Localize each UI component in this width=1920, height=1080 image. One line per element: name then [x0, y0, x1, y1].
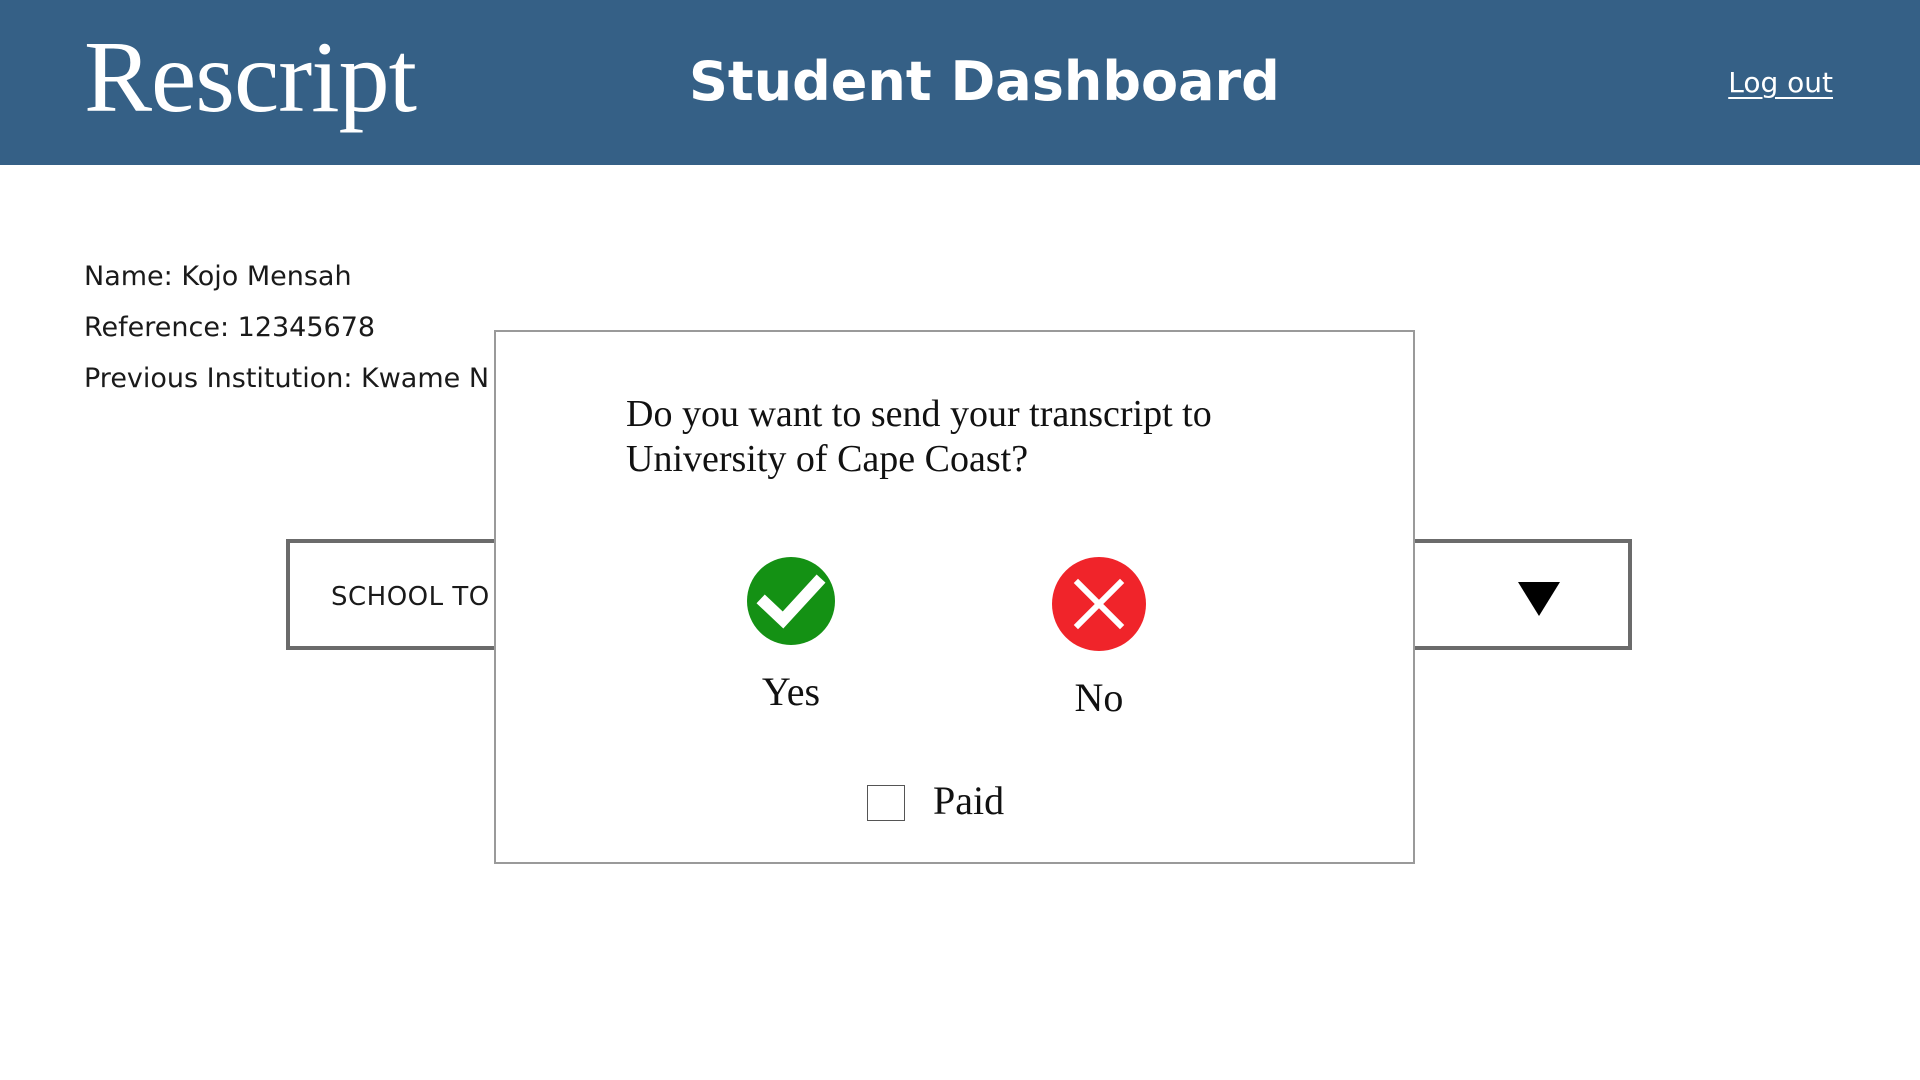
- paid-checkbox[interactable]: [867, 785, 905, 821]
- student-reference: Reference: 12345678: [84, 312, 376, 343]
- student-name: Name: Kojo Mensah: [84, 261, 352, 292]
- app-logo[interactable]: Rescript: [84, 21, 417, 134]
- confirm-send-dialog: Do you want to send your transcript to U…: [494, 330, 1415, 864]
- no-button[interactable]: No: [1034, 556, 1164, 721]
- student-info: Name: Kojo Mensah Reference: 12345678 Pr…: [84, 256, 489, 409]
- page-title: Student Dashboard: [689, 50, 1280, 113]
- no-label: No: [1074, 675, 1124, 720]
- x-circle-icon[interactable]: [1051, 556, 1147, 652]
- checkmark-circle-icon[interactable]: [746, 556, 836, 646]
- previous-institution: Previous Institution: Kwame N: [84, 363, 490, 394]
- yes-label: Yes: [761, 669, 821, 714]
- top-bar: Rescript Student Dashboard Log out: [0, 0, 1920, 165]
- yes-button[interactable]: Yes: [726, 556, 856, 715]
- triangle-down-icon[interactable]: [1518, 582, 1560, 616]
- dropdown-label: SCHOOL TO: [331, 582, 490, 612]
- dialog-question: Do you want to send your transcript to U…: [626, 393, 1212, 480]
- logout-link[interactable]: Log out: [1728, 66, 1833, 99]
- paid-label: Paid: [933, 778, 1005, 823]
